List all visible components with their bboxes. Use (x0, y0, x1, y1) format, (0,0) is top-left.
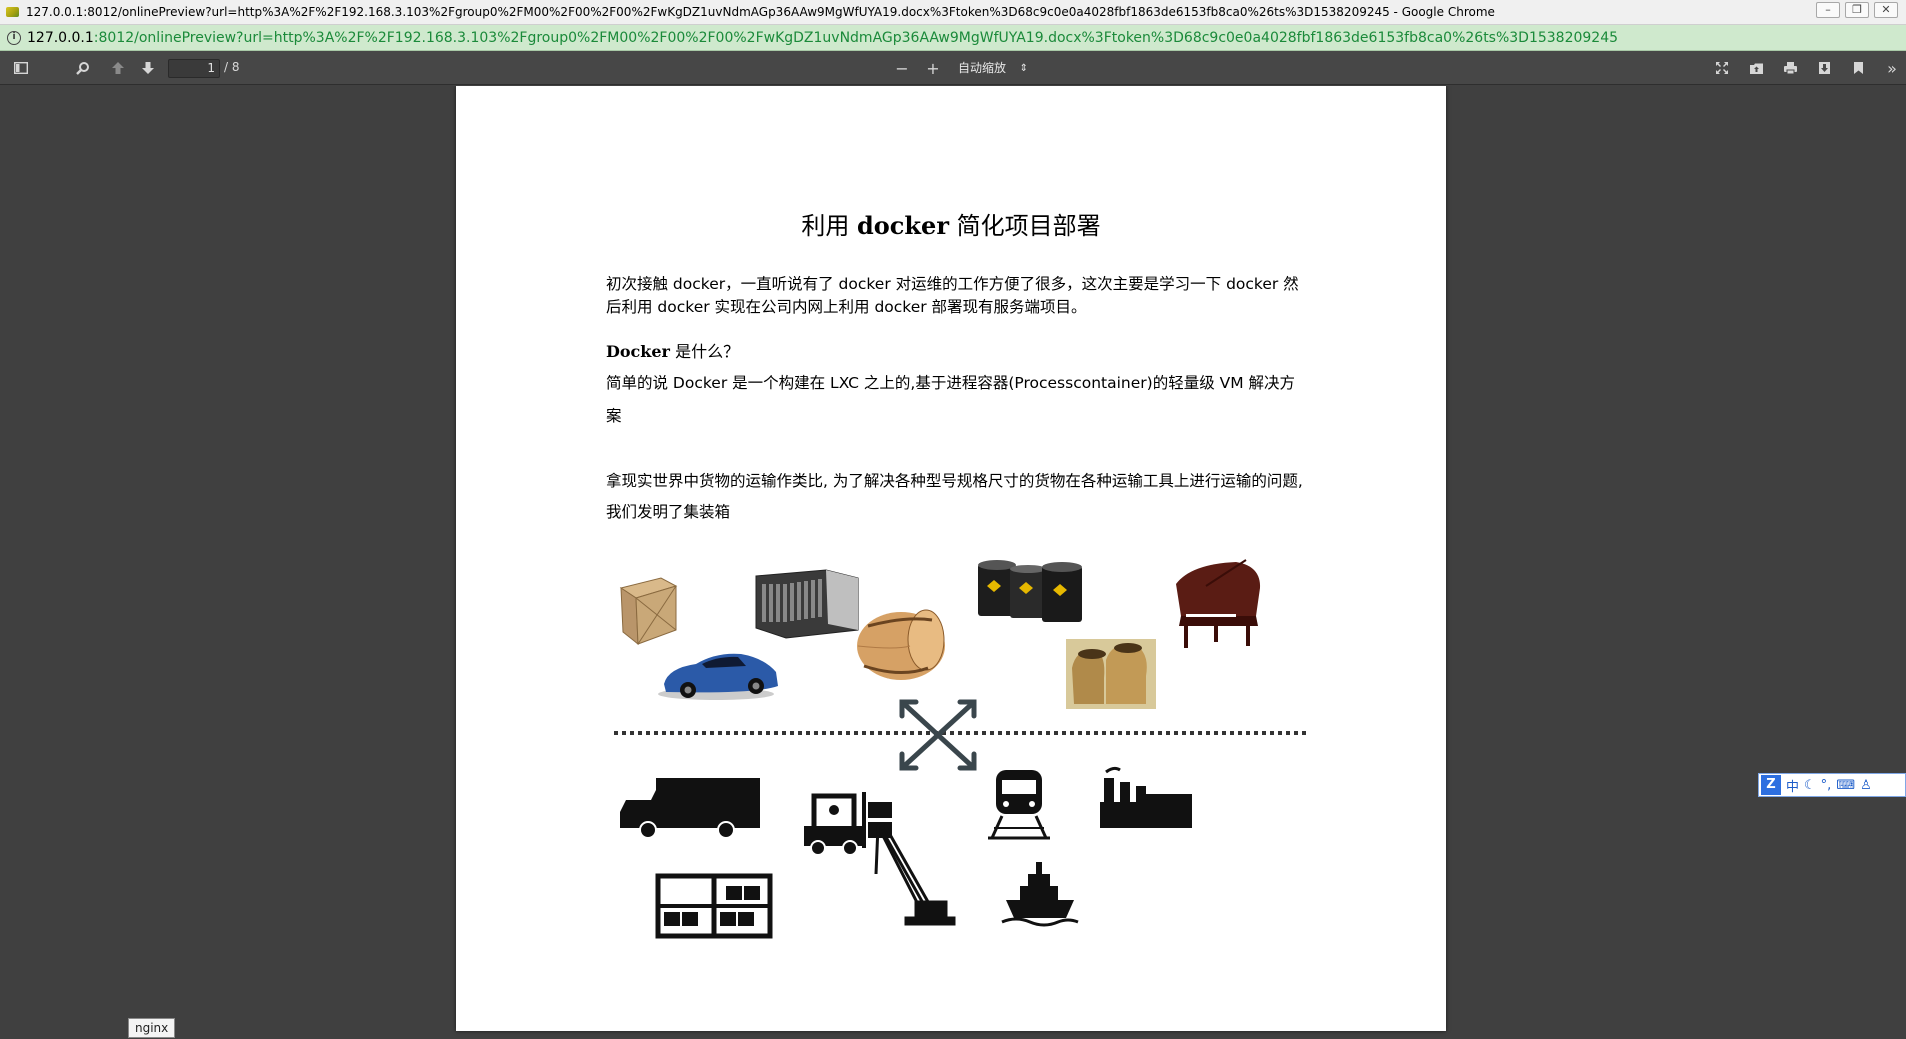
moon-icon[interactable]: ☾ (1804, 778, 1816, 793)
cargo-illustration (614, 559, 1306, 939)
minimize-button[interactable]: – (1816, 2, 1840, 18)
page-number-input[interactable]: 1 (168, 59, 220, 78)
plus-icon: + (926, 58, 940, 78)
crane-icon (874, 822, 956, 926)
tools-button[interactable]: » (1881, 51, 1903, 85)
presentation-mode-button[interactable] (1711, 51, 1733, 85)
restore-button[interactable]: ❐ (1845, 2, 1869, 18)
heading-rest: 是什么？ (669, 342, 740, 361)
double-chevron-right-icon: » (1887, 58, 1897, 78)
print-icon (1783, 62, 1797, 75)
download-icon (1818, 62, 1830, 74)
punctuation-icon[interactable]: °, (1821, 778, 1832, 793)
fullscreen-icon (1716, 62, 1728, 74)
document-page: 利用 docker 简化项目部署 初次接触 docker，一直听说有了 dock… (456, 86, 1446, 1031)
arrow-down-icon (142, 62, 154, 74)
sidebar-toggle-icon (14, 62, 28, 74)
url-path: :8012/onlinePreview?url=http%3A%2F%2F192… (93, 29, 1619, 46)
bookmark-button[interactable] (1847, 51, 1869, 85)
intro-paragraph: 初次接触 docker，一直听说有了 docker 对运维的工作方便了很多，这次… (606, 275, 1299, 316)
forklift-icon (804, 792, 892, 856)
document-viewer[interactable]: 利用 docker 简化项目部署 初次接触 docker，一直听说有了 dock… (0, 86, 1906, 1039)
keyboard-icon[interactable]: ⌨ (1836, 778, 1855, 793)
definition-paragraph: 简单的说 Docker 是一个构建在 LXC 之上的,基于进程容器(Proces… (606, 374, 1296, 425)
server-rack-icon (755, 569, 859, 639)
info-icon[interactable]: i (7, 30, 21, 45)
page-title: 利用 docker 简化项目部署 (456, 206, 1446, 241)
ime-toolbar[interactable]: Z 中 ☾ °, ⌨ ♙ (1758, 773, 1906, 797)
grain-sacks-icon (1066, 639, 1156, 709)
minus-icon: − (895, 58, 909, 78)
wooden-barrel-icon (857, 609, 945, 680)
oil-barrels-icon (978, 560, 1082, 622)
ime-logo-icon: Z (1761, 775, 1781, 795)
download-button[interactable] (1813, 51, 1835, 85)
title-suffix: 简化项目部署 (948, 212, 1101, 240)
zoom-in-button[interactable]: + (922, 51, 944, 85)
window-titlebar: 127.0.0.1:8012/onlinePreview?url=http%3A… (0, 0, 1906, 25)
print-button[interactable] (1779, 51, 1801, 85)
title-bold: docker (857, 211, 949, 240)
url-host: 127.0.0.1 (27, 29, 94, 46)
status-tooltip: nginx (128, 1018, 176, 1038)
arrow-up-icon (112, 62, 124, 74)
container-rack-icon (655, 873, 773, 939)
heading-bold: Docker (606, 342, 670, 361)
zoom-select[interactable]: 自动缩放 ⇕ (952, 59, 1032, 78)
user-icon[interactable]: ♙ (1860, 778, 1872, 793)
truck-icon (620, 778, 760, 839)
pdf-toolbar: 1 / 8 − + 自动缩放 ⇕ » (0, 51, 1906, 85)
address-bar[interactable]: i 127.0.0.1:8012/onlinePreview?url=http%… (0, 25, 1906, 51)
bookmark-icon (1853, 62, 1863, 74)
zoom-out-button[interactable]: − (891, 51, 913, 85)
next-page-button[interactable] (137, 51, 159, 85)
sidebar-toggle-button[interactable] (10, 51, 32, 85)
factory-icon (1100, 766, 1192, 828)
sports-car-icon (658, 653, 778, 700)
open-folder-icon (1749, 63, 1763, 74)
window-title: 127.0.0.1:8012/onlinePreview?url=http%3A… (26, 5, 1495, 19)
train-icon (988, 770, 1050, 840)
previous-page-button[interactable] (107, 51, 129, 85)
ime-mode[interactable]: 中 (1786, 776, 1799, 795)
favicon-icon (6, 7, 19, 17)
select-arrows-icon: ⇕ (1019, 63, 1028, 74)
grand-piano-icon (1176, 559, 1261, 648)
search-icon (76, 62, 89, 75)
title-prefix: 利用 (801, 212, 858, 240)
wooden-crate-icon (619, 577, 678, 646)
page-count: / 8 (224, 60, 240, 74)
open-file-button[interactable] (1745, 51, 1767, 85)
section-heading: Docker 是什么？ (606, 338, 739, 362)
analogy-paragraph: 拿现实世界中货物的运输作类比, 为了解决各种型号规格尺寸的货物在各种运输工具上进… (606, 472, 1303, 521)
close-button[interactable]: ✕ (1874, 2, 1898, 18)
ship-icon (1001, 862, 1079, 927)
zoom-select-value: 自动缩放 (958, 61, 1007, 75)
find-button[interactable] (72, 51, 94, 85)
window-controls: – ❐ ✕ (1816, 2, 1898, 18)
